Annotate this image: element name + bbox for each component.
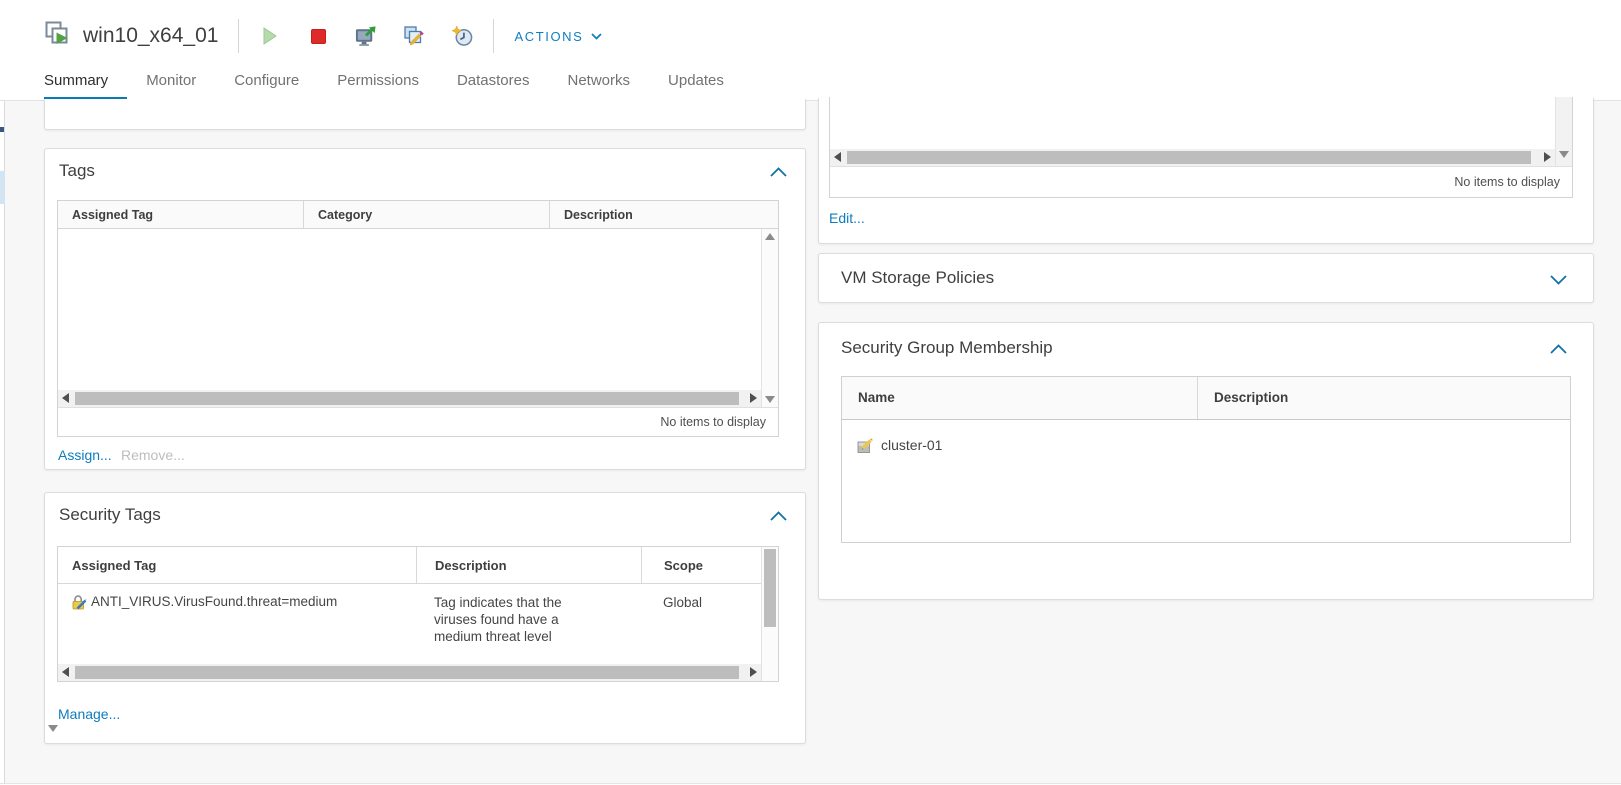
remove-tag-link[interactable]: Remove... <box>121 447 185 463</box>
tags-table: Assigned Tag Category Description No ite… <box>57 200 779 437</box>
collapse-chevron-up-icon[interactable] <box>1550 344 1567 354</box>
scrollbar-thumb[interactable] <box>847 151 1531 164</box>
sectags-col-scope[interactable]: Scope <box>641 547 778 583</box>
collapse-chevron-up-icon[interactable] <box>770 511 787 521</box>
truncated-empty-message: No items to display <box>830 166 1572 197</box>
snapshot-icon[interactable] <box>451 25 473 47</box>
tab-monitor[interactable]: Monitor <box>146 72 196 99</box>
truncated-table-body-empty <box>830 97 1555 149</box>
security-tags-panel: Security Tags Assigned Tag Description S… <box>44 492 806 744</box>
security-group-membership-panel: Security Group Membership Name Descripti… <box>818 322 1594 600</box>
divider <box>238 19 240 53</box>
security-group-membership-title: Security Group Membership <box>841 338 1053 357</box>
scrollbar-thumb[interactable] <box>75 666 739 679</box>
tags-col-description[interactable]: Description <box>549 201 778 228</box>
security-tag-row[interactable]: ANTI_VIRUS.VirusFound.threat=medium Tag … <box>58 584 761 666</box>
security-tag-lock-pencil-icon <box>70 594 87 616</box>
edit-link[interactable]: Edit... <box>829 210 865 226</box>
scroll-right-arrow[interactable] <box>1544 152 1551 162</box>
security-tag-scope: Global <box>663 595 703 610</box>
sectags-vertical-scrollbar[interactable] <box>761 547 778 681</box>
power-on-icon[interactable] <box>259 25 281 47</box>
tab-updates[interactable]: Updates <box>668 72 724 99</box>
sgm-table-body-empty <box>842 470 1570 542</box>
vm-storage-policies-title: VM Storage Policies <box>841 268 995 287</box>
title-row: win10_x64_01 ACTIONS <box>44 14 603 58</box>
security-group-table: Name Description cluster-01 <box>841 376 1571 543</box>
sectags-horizontal-scrollbar[interactable] <box>58 664 761 681</box>
scroll-right-arrow[interactable] <box>750 667 757 677</box>
scroll-left-arrow[interactable] <box>62 393 69 403</box>
tags-panel-title: Tags <box>59 161 95 180</box>
tags-panel: Tags Assigned Tag Category Description N… <box>44 148 806 470</box>
tab-configure[interactable]: Configure <box>234 72 299 99</box>
scroll-down-arrow[interactable] <box>765 396 775 403</box>
tags-vertical-scrollbar[interactable] <box>761 229 778 407</box>
vertical-scrollbar[interactable] <box>1555 97 1572 166</box>
page-title: win10_x64_01 <box>83 24 219 47</box>
assign-tag-link[interactable]: Assign... <box>58 447 112 463</box>
truncated-card-right: No items to display Edit... <box>818 97 1594 244</box>
scrollbar-thumb[interactable] <box>764 549 776 627</box>
chevron-down-icon <box>591 32 603 40</box>
actions-menu-button[interactable]: ACTIONS <box>514 28 603 44</box>
truncated-card-left <box>44 99 806 130</box>
tags-col-assigned-tag[interactable]: Assigned Tag <box>58 201 303 228</box>
security-tag-description: Tag indicates that the viruses found hav… <box>434 595 562 644</box>
horizontal-scrollbar[interactable] <box>830 149 1555 166</box>
launch-console-icon[interactable] <box>355 25 377 47</box>
scroll-left-arrow[interactable] <box>834 152 841 162</box>
security-group-note-pencil-icon <box>856 436 875 455</box>
sectags-col-assigned-tag[interactable]: Assigned Tag <box>58 547 416 583</box>
tags-col-category[interactable]: Category <box>303 201 549 228</box>
power-off-icon[interactable] <box>307 25 329 47</box>
scroll-right-arrow[interactable] <box>750 393 757 403</box>
vm-toolbar <box>259 25 473 47</box>
security-group-name: cluster-01 <box>881 437 943 453</box>
sgm-col-description[interactable]: Description <box>1197 377 1570 419</box>
vsphere-vm-summary-screen: win10_x64_01 ACTIONS Summary Monitor Con… <box>0 0 1621 785</box>
sidebar-selection-highlight <box>0 171 5 204</box>
expand-chevron-down-icon[interactable] <box>1550 275 1567 285</box>
tags-table-body-empty <box>58 229 761 390</box>
tags-empty-message: No items to display <box>58 407 778 436</box>
security-tag-name: ANTI_VIRUS.VirusFound.threat=medium <box>91 594 338 609</box>
vm-icon <box>44 20 71 52</box>
scroll-down-arrow[interactable] <box>48 725 58 732</box>
sgm-col-name[interactable]: Name <box>842 377 1197 419</box>
security-tags-panel-title: Security Tags <box>59 505 161 524</box>
tab-datastores[interactable]: Datastores <box>457 72 530 99</box>
collapse-chevron-up-icon[interactable] <box>770 167 787 177</box>
divider <box>493 19 495 53</box>
tab-summary[interactable]: Summary <box>44 72 108 99</box>
header: win10_x64_01 ACTIONS Summary Monitor Con… <box>0 0 1621 101</box>
security-group-row[interactable]: cluster-01 <box>842 420 1570 471</box>
tags-horizontal-scrollbar[interactable] <box>58 390 761 407</box>
security-tags-table: Assigned Tag Description Scope ANTI_VIRU… <box>57 546 779 682</box>
scroll-left-arrow[interactable] <box>62 667 69 677</box>
sidebar-pin-mark <box>0 127 4 132</box>
vm-storage-policies-panel: VM Storage Policies <box>818 253 1594 303</box>
scroll-up-arrow[interactable] <box>765 233 775 240</box>
manage-security-tags-link[interactable]: Manage... <box>58 706 120 722</box>
actions-label: ACTIONS <box>514 28 584 44</box>
tab-bar: Summary Monitor Configure Permissions Da… <box>44 72 724 99</box>
scrollbar-thumb[interactable] <box>75 392 739 405</box>
truncated-table: No items to display <box>829 97 1573 198</box>
sectags-col-description[interactable]: Description <box>416 547 641 583</box>
tab-permissions[interactable]: Permissions <box>337 72 419 99</box>
edit-settings-icon[interactable] <box>403 25 425 47</box>
tab-networks[interactable]: Networks <box>568 72 631 99</box>
scroll-down-arrow[interactable] <box>1559 151 1569 158</box>
